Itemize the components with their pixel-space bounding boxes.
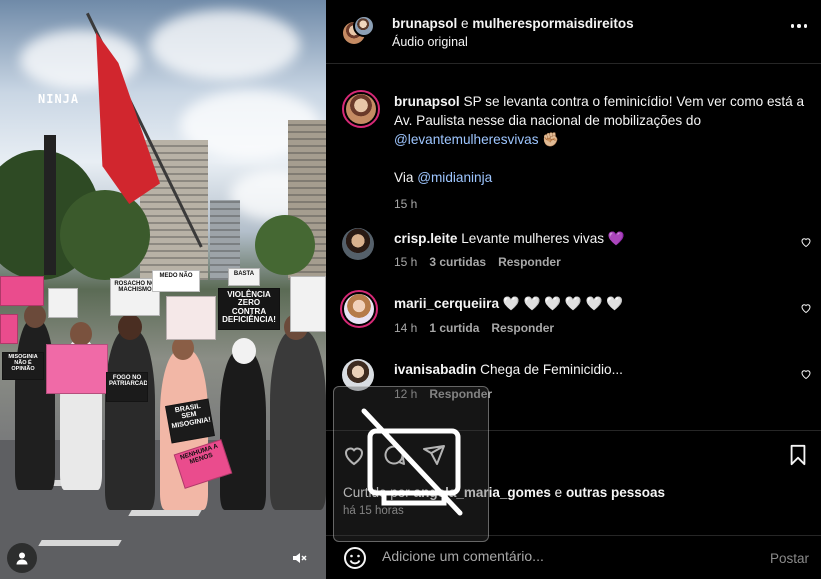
heart-icon[interactable] xyxy=(800,302,812,314)
comment: marii_cerqueiira 🤍 🤍 🤍 🤍 🤍 🤍 xyxy=(394,294,794,313)
comment-avatar[interactable] xyxy=(340,290,378,328)
head xyxy=(24,304,46,328)
comment-input[interactable] xyxy=(382,548,742,564)
audio-link[interactable]: Áudio original xyxy=(392,35,468,49)
person xyxy=(220,350,266,510)
comment: ivanisabadin Chega de Feminicidio... xyxy=(394,360,794,379)
comment-likes[interactable]: 1 curtida xyxy=(429,321,479,335)
post-media[interactable]: NINJA ROSACHO NO MACHISMO MEDO NÃO BASTA… xyxy=(0,0,326,579)
caption-username[interactable]: brunapsol xyxy=(394,94,460,109)
crosswalk-stripe xyxy=(38,540,122,546)
comment-text: Chega de Feminicidio... xyxy=(480,362,623,377)
emoji-icon[interactable] xyxy=(343,546,367,570)
comment-username[interactable]: marii_cerqueiira xyxy=(394,296,499,311)
post-comment-button[interactable]: Postar xyxy=(770,551,809,566)
head xyxy=(232,338,256,364)
heart-icon[interactable] xyxy=(800,236,812,248)
media-watermark: NINJA xyxy=(38,92,80,106)
comment-text: Levante mulheres vivas 💜 xyxy=(461,231,625,246)
protest-sign xyxy=(0,276,44,306)
protest-sign: FOGO NO PATRIARCADO xyxy=(106,372,148,402)
protest-sign xyxy=(0,314,18,344)
post-header: brunapsol e mulherespormaisdireitos Áudi… xyxy=(326,0,821,64)
comment-time[interactable]: 15 h xyxy=(394,255,417,269)
protest-sign: MEDO NÃO xyxy=(152,270,200,292)
reply-button[interactable]: Responder xyxy=(498,255,561,269)
protest-sign xyxy=(166,296,216,340)
comment-avatar[interactable] xyxy=(342,228,374,260)
mention-link[interactable]: @levantemulheresvivas xyxy=(394,132,539,147)
tree xyxy=(60,190,150,280)
protest-sign xyxy=(290,276,326,332)
head xyxy=(118,314,142,340)
comment-likes[interactable]: 3 curtidas xyxy=(429,255,486,269)
liked-by-connector: e xyxy=(554,485,563,500)
bookmark-icon[interactable] xyxy=(787,444,809,466)
comment-username[interactable]: crisp.leite xyxy=(394,231,457,246)
comment-username[interactable]: ivanisabadin xyxy=(394,362,476,377)
traffic-pole xyxy=(44,135,56,275)
media-unavailable-overlay xyxy=(333,386,489,542)
post-caption: brunapsol SP se levanta contra o feminic… xyxy=(394,92,810,214)
comment-time[interactable]: 14 h xyxy=(394,321,417,335)
connector-text: e xyxy=(461,16,469,31)
person xyxy=(270,330,326,510)
more-options-icon[interactable] xyxy=(790,24,807,28)
liked-by-others-link[interactable]: outras pessoas xyxy=(566,485,665,500)
emoji: ✊🏼 xyxy=(542,132,560,147)
via-text: Via xyxy=(394,170,414,185)
comment: crisp.leite Levante mulheres vivas 💜 xyxy=(394,229,794,248)
heart-icon[interactable] xyxy=(800,368,812,380)
reply-button[interactable]: Responder xyxy=(491,321,554,335)
head xyxy=(70,322,92,346)
protest-sign: BRASIL SEM MISOGINIA! xyxy=(165,398,215,444)
user-tag-icon xyxy=(16,552,28,565)
caption-time[interactable]: 15 h xyxy=(394,195,810,214)
avatar[interactable] xyxy=(353,15,375,37)
protest-sign: MISOGINIA NÃO É OPINIÃO xyxy=(2,352,44,380)
comment-meta: 15 h 3 curtidas Responder xyxy=(394,255,561,269)
protest-sign: BASTA xyxy=(228,268,260,286)
mute-button[interactable] xyxy=(284,543,314,573)
caption-avatar[interactable] xyxy=(342,90,380,128)
mention-link[interactable]: @midianinja xyxy=(417,170,492,185)
cloud xyxy=(150,10,300,80)
speaker-muted-icon xyxy=(293,553,307,563)
account-link[interactable]: brunapsol xyxy=(392,16,457,31)
protest-sign: VIOLÊNCIA ZERO CONTRA DEFICIÊNCIA! xyxy=(218,288,280,330)
protest-sign xyxy=(48,288,78,318)
user-tag-button[interactable] xyxy=(7,543,37,573)
comment-text: 🤍 🤍 🤍 🤍 🤍 🤍 xyxy=(502,296,624,311)
protest-sign xyxy=(46,344,108,394)
header-accounts: brunapsol e mulherespormaisdireitos xyxy=(392,16,634,31)
video-off-icon xyxy=(361,408,463,516)
person xyxy=(105,330,155,510)
comment-meta: 14 h 1 curtida Responder xyxy=(394,321,554,335)
tree xyxy=(255,215,315,275)
account-link[interactable]: mulherespormaisdireitos xyxy=(472,16,633,31)
